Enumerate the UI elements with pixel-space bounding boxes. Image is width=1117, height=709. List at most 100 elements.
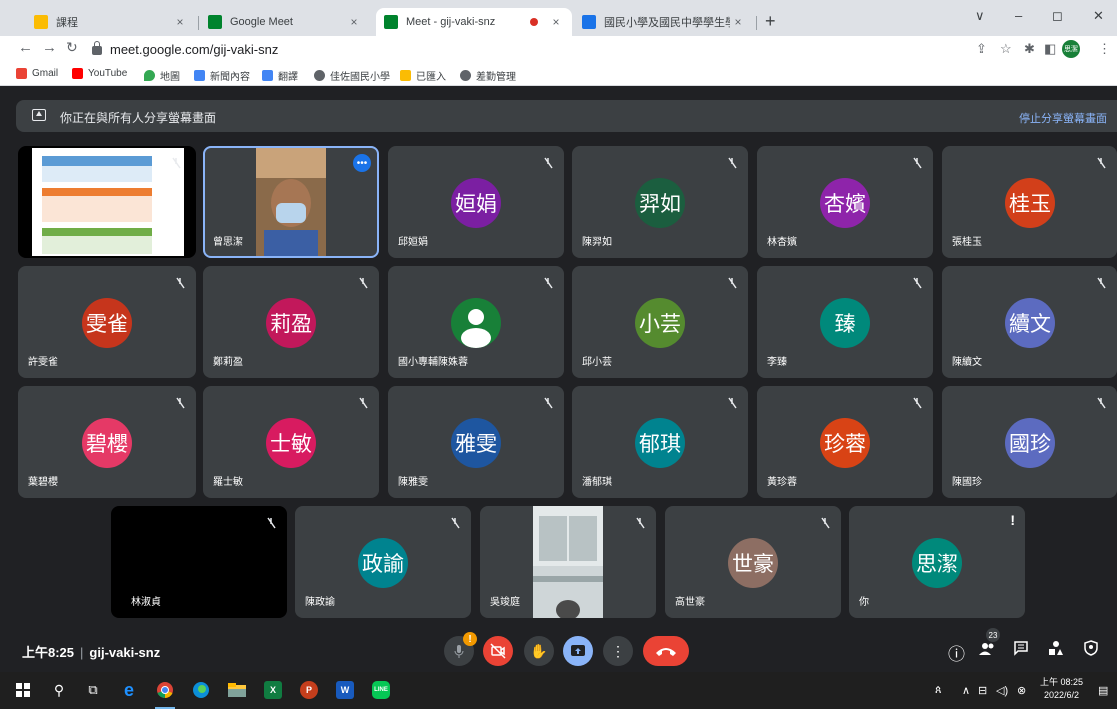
powerpoint-icon[interactable]: P	[300, 681, 318, 699]
bookmark-youtube[interactable]: YouTube	[72, 68, 127, 79]
participant-tile[interactable]: 桂玉 張桂玉	[942, 146, 1117, 258]
current-time: 上午8:25	[22, 645, 75, 660]
participant-name: 陳政諭	[305, 597, 335, 608]
host-controls-icon[interactable]	[1083, 640, 1099, 661]
network-icon[interactable]: ⊟	[978, 684, 987, 697]
participant-tile-video[interactable]: 曾思潔 •••	[203, 146, 379, 258]
participant-tile-self[interactable]: 思潔 你 !	[849, 506, 1025, 618]
participant-name: 李臻	[767, 357, 787, 368]
bookmark-news[interactable]: 新聞內容	[194, 68, 250, 83]
participant-tile[interactable]: 杏嬪 林杏嬪	[757, 146, 933, 258]
bookmark-star-icon[interactable]: ☆	[1000, 41, 1012, 57]
tab-google-meet[interactable]: Google Meet ×	[200, 8, 370, 36]
word-icon[interactable]: W	[336, 681, 354, 699]
reload-icon[interactable]: ↻	[66, 39, 78, 56]
participant-tile[interactable]: 國珍 陳國珍	[942, 386, 1117, 498]
mic-off-icon	[911, 276, 923, 289]
participant-name: 陳雅雯	[398, 477, 428, 488]
menu-icon[interactable]: ⋮	[1098, 41, 1111, 57]
tab-close-icon[interactable]: ×	[548, 15, 564, 29]
participant-tile[interactable]: 珍蓉 黃珍蓉	[757, 386, 933, 498]
volume-icon[interactable]: ◁)	[996, 684, 1008, 697]
bookmark-label: 已匯入	[416, 72, 446, 83]
participant-tile[interactable]: 林淑貞	[111, 506, 287, 618]
profile-avatar[interactable]: 思潔	[1062, 40, 1080, 58]
bookmark-gmail[interactable]: Gmail	[16, 68, 58, 79]
participant-avatar: 莉盈	[266, 298, 316, 348]
side-panel-icon[interactable]: ◧	[1044, 41, 1056, 57]
raise-hand-button[interactable]: ✋	[524, 636, 554, 666]
participant-tile[interactable]: 世豪 高世豪	[665, 506, 841, 618]
show-hidden-icons[interactable]: ∧	[962, 684, 970, 697]
mic-off-icon	[1095, 276, 1107, 289]
participant-tile[interactable]: 碧櫻 葉碧櫻	[18, 386, 196, 498]
bookmark-attendance[interactable]: 差勤管理	[460, 68, 516, 83]
new-tab-button[interactable]: +	[765, 12, 776, 30]
tab-search-icon[interactable]: ∨	[975, 8, 985, 24]
taskbar-clock[interactable]: 上午 08:25 2022/6/2	[1040, 676, 1083, 702]
participant-tile[interactable]: 羿如 陳羿如	[572, 146, 748, 258]
participant-tile[interactable]: 續文 陳續文	[942, 266, 1117, 378]
mic-icon	[454, 645, 464, 658]
participant-tile[interactable]: 郁琪 潘郁琪	[572, 386, 748, 498]
participant-tile[interactable]: 雅雯 陳雅雯	[388, 386, 564, 498]
edge-icon[interactable]	[192, 681, 210, 699]
bookmark-translate[interactable]: 翻譯	[262, 68, 298, 83]
school-favicon-icon	[582, 15, 596, 29]
meeting-details-icon[interactable]: ⓘ	[948, 640, 965, 665]
file-explorer-icon[interactable]	[228, 681, 246, 699]
participant-tile[interactable]: 小芸 邱小芸	[572, 266, 748, 378]
hang-up-icon	[656, 648, 676, 656]
forward-icon[interactable]: →	[42, 39, 57, 56]
extensions-icon[interactable]: ✱	[1024, 41, 1035, 57]
alert-icon[interactable]: !	[1010, 512, 1015, 528]
status-icon[interactable]: ⊗	[1017, 684, 1026, 697]
minimize-button[interactable]: –	[1015, 8, 1022, 23]
stop-sharing-button[interactable]: 停止分享螢幕畫面	[1019, 110, 1107, 126]
bookmark-maps[interactable]: 地圖	[144, 68, 180, 83]
close-window-button[interactable]: ✕	[1093, 8, 1104, 24]
more-options-icon[interactable]: •••	[353, 154, 371, 172]
address-bar[interactable]: meet.google.com/gij-vaki-snz	[92, 38, 962, 60]
people-icon[interactable]	[978, 640, 996, 663]
back-icon[interactable]: ←	[18, 39, 33, 56]
chrome-icon[interactable]	[156, 681, 174, 699]
more-options-button[interactable]: ⋮	[603, 636, 633, 666]
task-view-icon[interactable]: ⧉	[84, 681, 102, 699]
bookmark-school[interactable]: 佳佐國民小學	[314, 68, 390, 83]
line-app-icon[interactable]: LINE	[372, 681, 390, 699]
excel-icon[interactable]: X	[264, 681, 282, 699]
notification-center-icon[interactable]: ▤	[1098, 684, 1108, 697]
windows-start-icon[interactable]	[14, 681, 32, 699]
bookmark-imported[interactable]: 已匯入	[400, 68, 446, 83]
people-tray-icon[interactable]: ጰ	[935, 684, 942, 697]
tab-school-site[interactable]: 國民小學及國民中學學生學習扶 ×	[574, 8, 754, 36]
participant-tile[interactable]: 姮娟 邱姮娟	[388, 146, 564, 258]
participant-tile[interactable]: 臻 李臻	[757, 266, 933, 378]
share-icon[interactable]: ⇪	[976, 41, 987, 57]
leave-call-button[interactable]	[643, 636, 689, 666]
participant-tile[interactable]: 政諭 陳政諭	[295, 506, 471, 618]
participant-tile-video[interactable]: 吳竣庭	[480, 506, 656, 618]
activities-icon[interactable]	[1048, 640, 1064, 661]
globe-icon	[314, 70, 325, 81]
tab-course[interactable]: 課程 ×	[26, 8, 196, 36]
tab-close-icon[interactable]: ×	[172, 15, 188, 29]
camera-off-button[interactable]	[483, 636, 513, 666]
tab-close-icon[interactable]: ×	[346, 15, 362, 29]
tab-title: Google Meet	[230, 16, 293, 28]
participant-tile[interactable]: 雯雀 許雯雀	[18, 266, 196, 378]
mic-off-icon	[357, 276, 369, 289]
maximize-button[interactable]: ◻	[1052, 8, 1063, 24]
tab-close-icon[interactable]: ×	[730, 15, 746, 29]
participant-tile-screen-share[interactable]	[18, 146, 196, 258]
bookmark-label: YouTube	[88, 68, 128, 79]
participant-tile[interactable]: 士敏 羅士敏	[203, 386, 379, 498]
participant-tile[interactable]: 國小專輔陳姝蓉	[388, 266, 564, 378]
ie-icon[interactable]: e	[120, 680, 138, 700]
tab-meet-active[interactable]: Meet - gij-vaki-snz ×	[376, 8, 572, 36]
chat-icon[interactable]	[1013, 640, 1029, 661]
participant-tile[interactable]: 莉盈 鄭莉盈	[203, 266, 379, 378]
present-now-button[interactable]	[563, 636, 593, 666]
search-icon[interactable]: ⚲	[50, 681, 68, 699]
